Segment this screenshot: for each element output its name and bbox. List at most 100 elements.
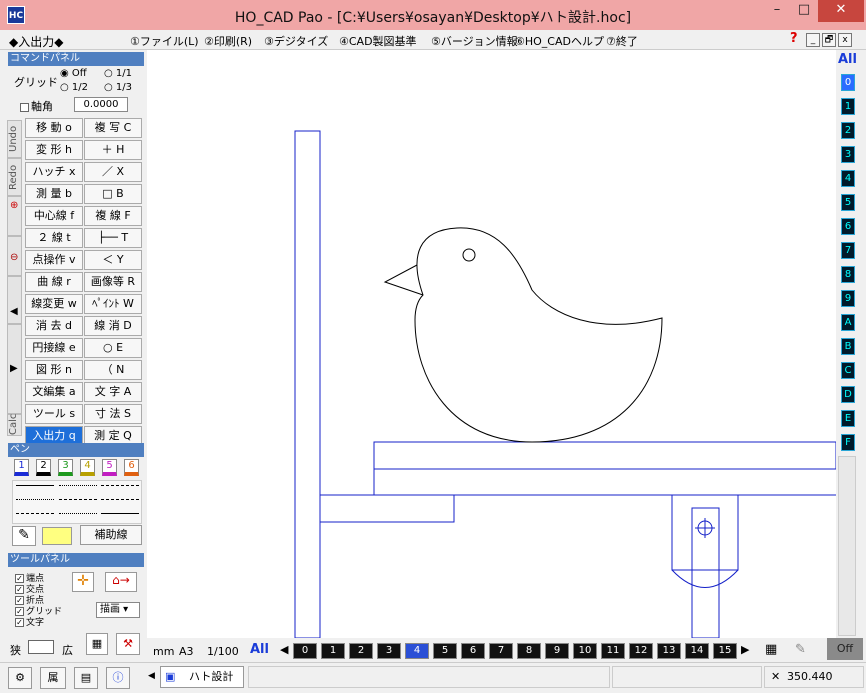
menu-cad-standard[interactable]: ④CAD製図基準: [339, 33, 417, 49]
calc-tab[interactable]: Calc: [7, 414, 22, 436]
layer-button-9[interactable]: 9: [545, 643, 569, 659]
axis-checkbox[interactable]: 軸角: [20, 98, 53, 114]
layer-button-12[interactable]: 12: [629, 643, 653, 659]
menu-print[interactable]: ②印刷(R): [204, 33, 252, 49]
line-type-selector[interactable]: [12, 480, 142, 524]
close-button[interactable]: ✕: [818, 0, 864, 22]
calculator-icon[interactable]: ▦: [86, 633, 108, 655]
mdi-close-button[interactable]: x: [838, 33, 852, 47]
redo-tab[interactable]: Redo: [7, 158, 22, 196]
grid-option-off[interactable]: ◉ Off: [60, 68, 87, 79]
pen-color-1[interactable]: 1: [14, 459, 29, 476]
layer-button-7[interactable]: 7: [489, 643, 513, 659]
pen-color-3[interactable]: 3: [58, 459, 73, 476]
document-tab[interactable]: ▣ ハト設計: [160, 666, 244, 688]
grid-option-1-3[interactable]: ○ 1/3: [104, 82, 132, 93]
layer-button-6[interactable]: 6: [461, 643, 485, 659]
draw-mode-select[interactable]: 描画 ▾: [96, 602, 140, 618]
off-button[interactable]: Off: [827, 638, 863, 660]
highlight-swatch[interactable]: [42, 527, 72, 545]
menu-help[interactable]: ⑥HO_CADヘルプ: [515, 33, 604, 49]
layer-button-0[interactable]: 0: [293, 643, 317, 659]
layer-button-1[interactable]: 1: [321, 643, 345, 659]
layer-button-15[interactable]: 15: [713, 643, 737, 659]
menu-version[interactable]: ⑤バージョン情報: [431, 33, 518, 49]
command-button-left-6[interactable]: 点操作 v: [25, 250, 83, 270]
pencil-icon[interactable]: ✎: [12, 526, 36, 546]
command-button-left-3[interactable]: 測 量 b: [25, 184, 83, 204]
layer-column-button-1[interactable]: 1: [841, 98, 855, 115]
command-button-right-8[interactable]: ﾍﾟｲﾝﾄ W: [84, 294, 142, 314]
command-button-right-7[interactable]: 画像等 R: [84, 272, 142, 292]
edit-icon[interactable]: ✎: [795, 642, 806, 657]
command-button-left-9[interactable]: 消 去 d: [25, 316, 83, 336]
mdi-restore-button[interactable]: 🗗: [822, 33, 836, 47]
pen-color-2[interactable]: 2: [36, 459, 51, 476]
layer-button-11[interactable]: 11: [601, 643, 625, 659]
pen-color-5[interactable]: 5: [102, 459, 117, 476]
layer-button-13[interactable]: 13: [657, 643, 681, 659]
minimize-button[interactable]: –: [764, 0, 790, 22]
layer-column-button-3[interactable]: 3: [841, 146, 855, 163]
info-icon[interactable]: ⓘ: [106, 667, 130, 689]
layer-column-button-E[interactable]: E: [841, 410, 855, 427]
layer-column-button-7[interactable]: 7: [841, 242, 855, 259]
command-button-left-0[interactable]: 移 動 o: [25, 118, 83, 138]
arrow-left-icon[interactable]: ◀: [280, 643, 288, 656]
layer-all-button[interactable]: All: [838, 52, 857, 67]
window-icon[interactable]: ▤: [74, 667, 98, 689]
command-button-right-0[interactable]: 複 写 C: [84, 118, 142, 138]
command-button-left-12[interactable]: 文編集 a: [25, 382, 83, 402]
layer-column-button-4[interactable]: 4: [841, 170, 855, 187]
layer-button-5[interactable]: 5: [433, 643, 457, 659]
command-button-left-7[interactable]: 曲 線 r: [25, 272, 83, 292]
snap-text[interactable]: ✓ 文字: [15, 615, 44, 628]
layer-column-button-D[interactable]: D: [841, 386, 855, 403]
command-button-left-5[interactable]: ２ 線 t: [25, 228, 83, 248]
layer-column-button-B[interactable]: B: [841, 338, 855, 355]
gear-icon[interactable]: ⚙: [8, 667, 32, 689]
command-button-left-11[interactable]: 図 形 n: [25, 360, 83, 380]
menu-file[interactable]: ①ファイル(L): [130, 33, 199, 49]
drawing-canvas[interactable]: [147, 50, 837, 639]
command-button-right-3[interactable]: □ B: [84, 184, 142, 204]
undo-tab[interactable]: Undo: [7, 120, 22, 158]
grid-icon[interactable]: ▦: [765, 642, 777, 657]
command-button-left-4[interactable]: 中心線 f: [25, 206, 83, 226]
command-button-right-1[interactable]: ＋ H: [84, 140, 142, 160]
command-button-right-9[interactable]: 線 消 D: [84, 316, 142, 336]
layer-button-2[interactable]: 2: [349, 643, 373, 659]
axis-angle-input[interactable]: 0.0000: [74, 97, 128, 112]
menu-digitize[interactable]: ③デジタイズ: [264, 33, 328, 49]
arrow-right-icon[interactable]: ▶: [741, 643, 749, 656]
tab-scroll-left-icon[interactable]: ◀: [148, 671, 155, 681]
layer-button-8[interactable]: 8: [517, 643, 541, 659]
pen-color-6[interactable]: 6: [124, 459, 139, 476]
command-button-right-13[interactable]: 寸 法 S: [84, 404, 142, 424]
crosshair-icon[interactable]: ✛: [72, 572, 94, 592]
layer-column-button-A[interactable]: A: [841, 314, 855, 331]
command-button-left-1[interactable]: 変 形 h: [25, 140, 83, 160]
layer-button-14[interactable]: 14: [685, 643, 709, 659]
tools-icon[interactable]: ⚒: [116, 633, 140, 655]
layer-button-3[interactable]: 3: [377, 643, 401, 659]
all-layers-button[interactable]: All: [250, 642, 269, 657]
command-button-right-6[interactable]: ＜ Y: [84, 250, 142, 270]
command-button-right-2[interactable]: ／ X: [84, 162, 142, 182]
layer-column-button-6[interactable]: 6: [841, 218, 855, 235]
mdi-minimize-button[interactable]: _: [806, 33, 820, 47]
layer-column-button-5[interactable]: 5: [841, 194, 855, 211]
layer-scrollbar[interactable]: [838, 456, 856, 636]
attribute-button[interactable]: 属: [40, 667, 66, 689]
command-button-right-4[interactable]: 複 線 F: [84, 206, 142, 226]
command-button-left-2[interactable]: ハッチ x: [25, 162, 83, 182]
pen-color-4[interactable]: 4: [80, 459, 95, 476]
command-button-right-10[interactable]: ○ E: [84, 338, 142, 358]
help-icon[interactable]: ?: [790, 31, 798, 46]
layer-button-10[interactable]: 10: [573, 643, 597, 659]
command-button-right-11[interactable]: （ N: [84, 360, 142, 380]
width-slider[interactable]: [28, 640, 54, 654]
command-button-right-12[interactable]: 文 字 A: [84, 382, 142, 402]
maximize-button[interactable]: □: [791, 0, 817, 22]
aux-line-button[interactable]: 補助線: [80, 525, 142, 545]
